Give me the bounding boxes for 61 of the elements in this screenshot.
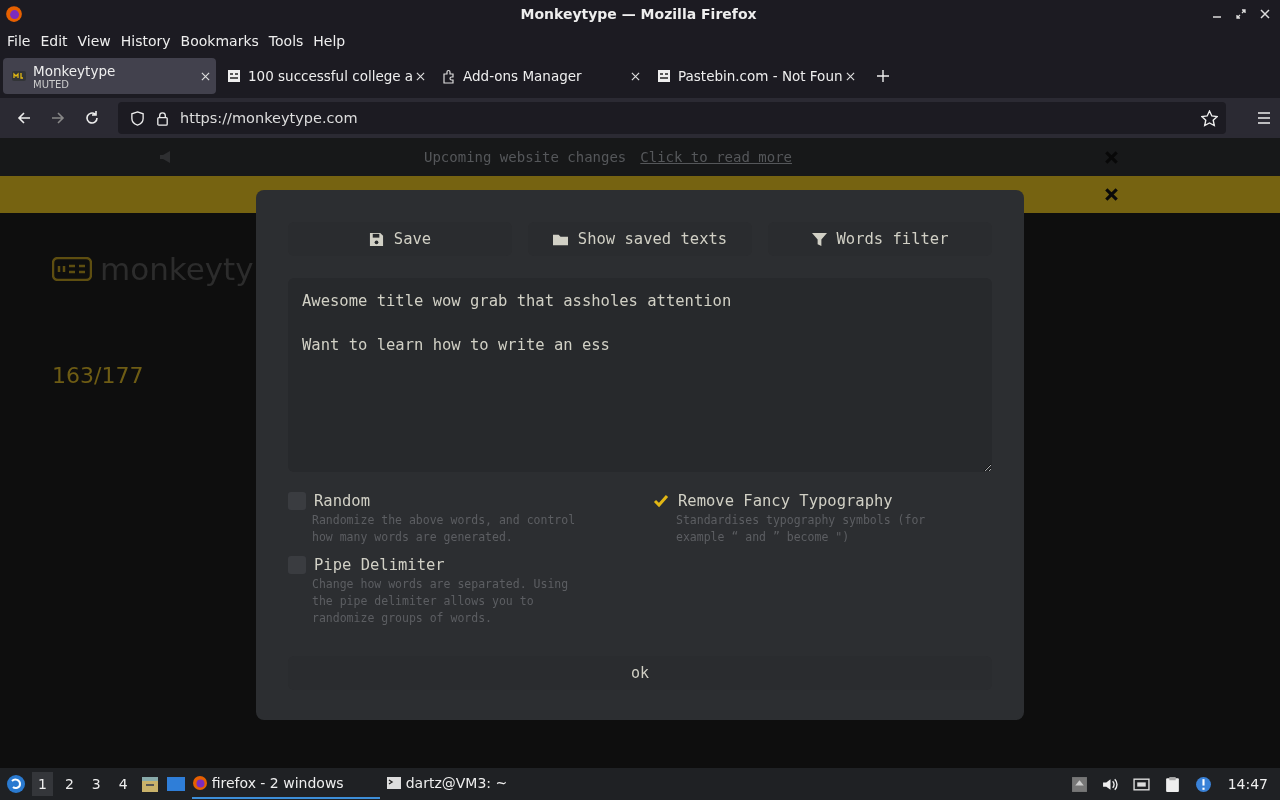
keyboard-logo-icon — [52, 257, 92, 281]
reload-icon[interactable] — [84, 110, 100, 126]
tab-title: Add-ons Manager — [463, 68, 583, 84]
back-icon[interactable] — [16, 110, 32, 126]
menu-item[interactable]: Help — [308, 33, 351, 49]
custom-text-area[interactable]: Awesome title wow grab that assholes attention Want to learn how to write an ess — [288, 278, 992, 472]
window-title: Monkeytype — Mozilla Firefox — [519, 6, 758, 22]
new-tab-icon[interactable] — [877, 70, 889, 82]
workspace-button[interactable]: 3 — [85, 772, 107, 796]
desktop-icon[interactable] — [165, 774, 186, 794]
bookmark-star-icon[interactable] — [1201, 109, 1218, 127]
url-text: https://monkeytype.com — [180, 110, 359, 126]
menu-item[interactable]: Tools — [263, 33, 309, 49]
menu-icon[interactable] — [1256, 110, 1272, 126]
option-label: Remove Fancy Typography — [678, 492, 893, 510]
option-label: Random — [314, 492, 370, 510]
puzzle-icon — [441, 68, 457, 84]
clipboard-icon[interactable] — [1163, 775, 1181, 793]
menu-item[interactable]: Edit — [35, 33, 73, 49]
site-icon — [11, 68, 27, 84]
workspace-button[interactable]: 4 — [112, 772, 134, 796]
shield-icon — [130, 110, 145, 126]
file-manager-icon[interactable] — [139, 774, 160, 794]
menu-item[interactable]: File — [2, 33, 36, 49]
menu-item[interactable]: Bookmarks — [175, 33, 264, 49]
tab-title: 100 successful college a — [248, 68, 412, 84]
terminal-icon — [385, 775, 402, 791]
tab-title: Pastebin.com - Not Foun — [678, 68, 842, 84]
notification-icon[interactable] — [1194, 775, 1212, 793]
browser-tab[interactable]: Pastebin.com - Not Foun — [648, 58, 861, 94]
workspace-button[interactable]: 2 — [58, 772, 80, 796]
tab-status: MUTED — [33, 78, 70, 90]
taskbar-window-button[interactable]: dartz@VM3: ~ — [385, 769, 574, 799]
address-bar[interactable]: https://monkeytype.com — [118, 102, 1226, 134]
browser-tab[interactable]: 100 successful college a — [218, 58, 431, 94]
word-counter: 163/177 — [52, 363, 145, 388]
close-tab-icon[interactable] — [631, 71, 640, 81]
announcement-text: Upcoming website changes — [424, 149, 627, 165]
lock-icon — [155, 110, 170, 126]
save-icon — [368, 231, 384, 247]
restore-icon[interactable] — [1236, 9, 1246, 19]
filter-icon — [811, 231, 827, 247]
clock: 14:47 — [1227, 776, 1268, 792]
network-icon[interactable] — [1132, 775, 1150, 793]
close-tab-icon[interactable] — [416, 71, 425, 81]
checkbox[interactable] — [652, 492, 670, 510]
eject-icon[interactable] — [1070, 775, 1088, 793]
browser-tab[interactable]: Monkeytype MUTED — [3, 58, 216, 94]
option-label: Pipe Delimiter — [314, 556, 445, 574]
forward-icon[interactable] — [50, 110, 66, 126]
close-tab-icon[interactable] — [201, 71, 210, 81]
start-menu-icon[interactable] — [6, 774, 26, 794]
page-icon — [656, 68, 672, 84]
page-icon — [226, 68, 242, 84]
tab-title: Monkeytype — [33, 62, 117, 79]
taskbar-window-button[interactable]: firefox - 2 windows — [191, 769, 380, 799]
browser-tab[interactable]: Add-ons Manager — [433, 58, 646, 94]
menu-item[interactable]: View — [72, 33, 116, 49]
workspace-button[interactable]: 1 — [32, 772, 53, 796]
close-tab-icon[interactable] — [846, 71, 855, 81]
menu-item[interactable]: History — [115, 33, 176, 49]
